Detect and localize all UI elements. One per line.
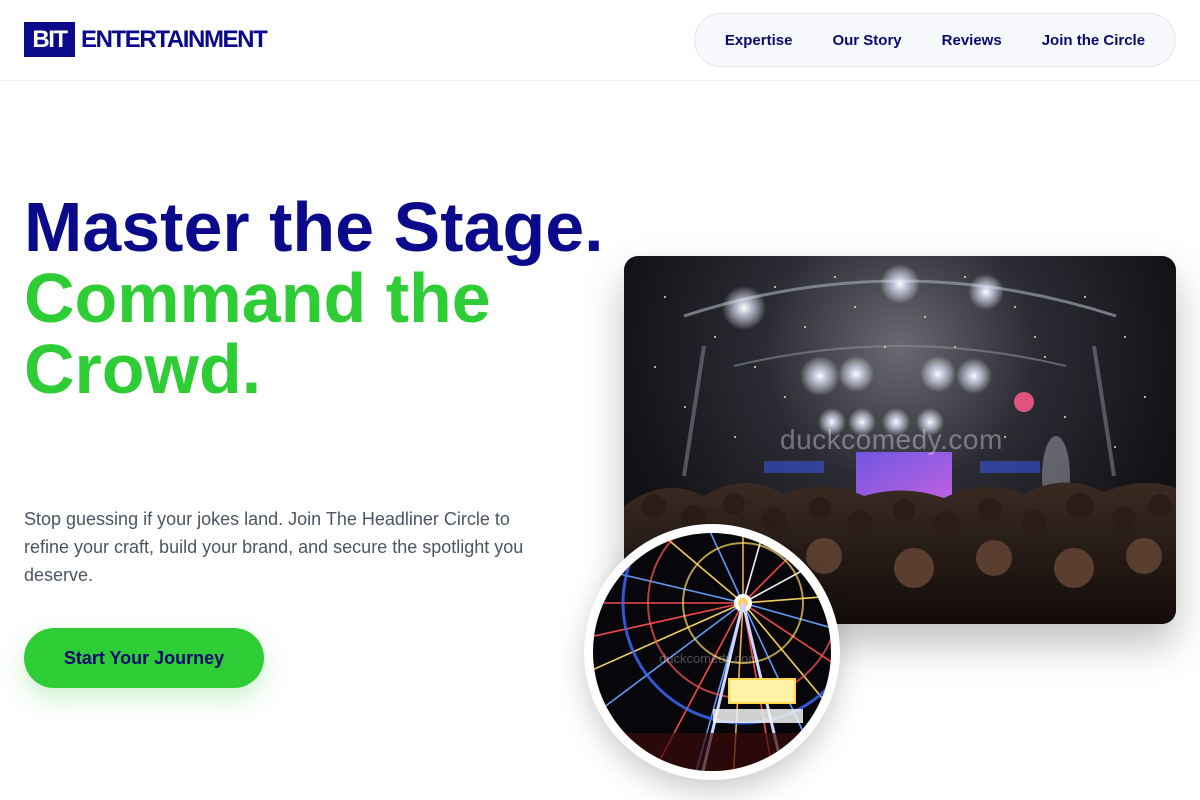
logo-box: BIT [24,22,75,57]
start-journey-button[interactable]: Start Your Journey [24,628,264,688]
ferris-wheel-image: duckcomedy.com [584,524,840,780]
hero-headline: Master the Stage. Command the Crowd. [24,192,604,405]
nav-item-join-the-circle[interactable]: Join the Circle [1022,32,1165,49]
ferris-wheel-photo: duckcomedy.com [593,533,831,771]
ferris-watermark: duckcomedy.com [659,651,760,666]
nav-item-our-story[interactable]: Our Story [812,32,921,49]
brand-logo[interactable]: BIT ENTERTAINMENT [24,22,268,57]
nav-item-reviews[interactable]: Reviews [922,32,1022,49]
headline-line-primary: Master the Stage. [24,188,604,266]
hero-subtext: Stop guessing if your jokes land. Join T… [24,509,524,585]
headline-line-accent: Command the Crowd. [24,259,491,408]
nav-item-expertise[interactable]: Expertise [705,32,813,49]
site-header: BIT ENTERTAINMENT Expertise Our Story Re… [0,0,1200,81]
logo-text: ENTERTAINMENT [81,25,268,53]
concert-watermark: duckcomedy.com [780,424,1003,455]
main-nav: Expertise Our Story Reviews Join the Cir… [694,13,1176,67]
